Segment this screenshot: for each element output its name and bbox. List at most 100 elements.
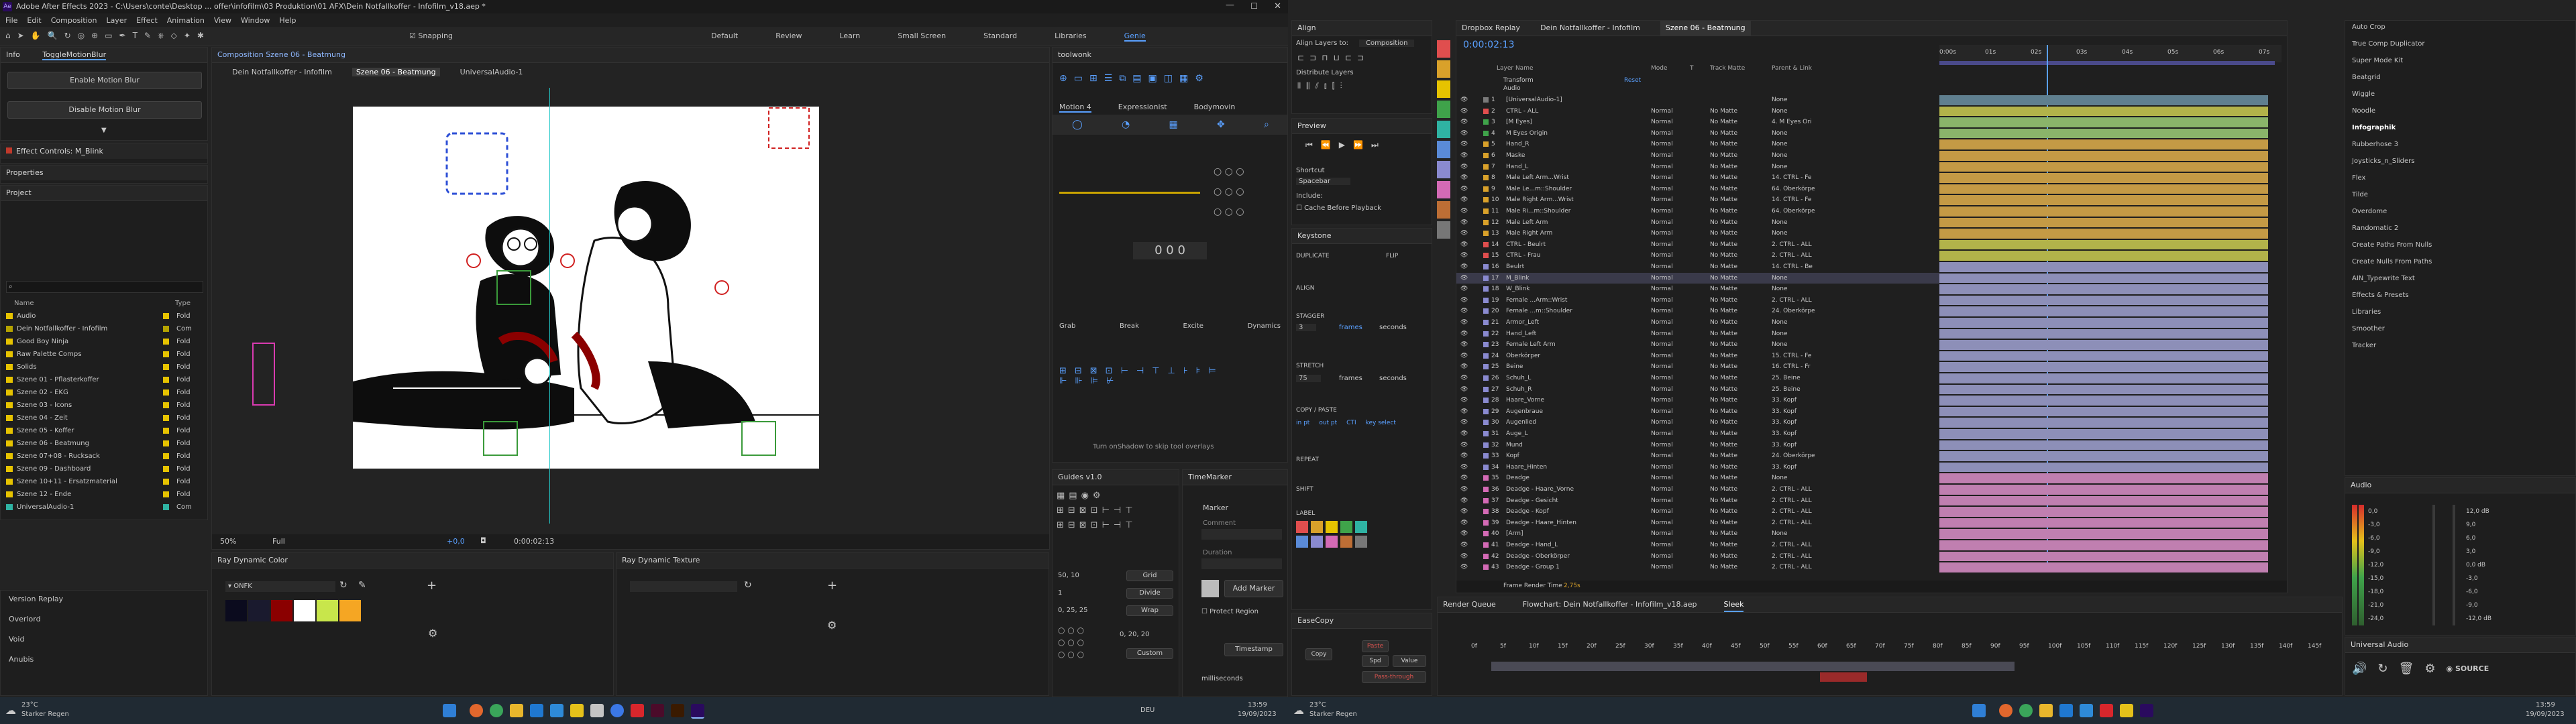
layer-name[interactable]: Deadge - Hand_L [1506,540,1627,551]
tab-motion[interactable]: Motion 4 [1059,103,1091,113]
breadcrumb-scene[interactable]: Szene 06 - Beatmung [352,68,440,76]
layer-name[interactable]: Mund [1506,440,1627,451]
layer-mode[interactable]: Normal [1651,150,1673,162]
label-color-block[interactable] [1437,221,1450,239]
home-icon[interactable]: ⌂ [5,31,11,41]
layer-track-bar[interactable] [1939,351,2268,361]
eye-icon[interactable]: 👁 [1460,361,1468,373]
layer-track-bar[interactable] [1939,540,2268,550]
layer-color-label[interactable] [1483,487,1489,492]
eye-icon[interactable]: 👁 [1460,484,1468,495]
effects-list-item[interactable]: Rubberhose 3 [2352,141,2567,148]
dynamics-button[interactable]: Dynamics [1248,322,1281,330]
layer-track-bar[interactable] [1939,396,2268,406]
effects-list-item[interactable]: Noodle [2352,107,2567,115]
red-app-icon[interactable] [631,704,644,717]
grab-button[interactable]: Grab [1059,322,1075,330]
layer-parent[interactable]: 33. Kopf [1772,395,1825,406]
motion-icon-4[interactable]: ✥ [1217,119,1225,130]
layer-color-label[interactable] [1483,475,1489,481]
roto-tool-icon[interactable]: ✦ [184,31,191,41]
layer-row[interactable]: 👁 26 Schuh_L Normal No Matte 25. Beine [1456,373,1939,384]
tab-sleek[interactable]: Sleek [1723,597,1744,612]
layer-name[interactable]: Female ...Arm::Wrist [1506,295,1627,306]
layer-track-matte[interactable]: No Matte [1710,361,1737,373]
eye-icon[interactable]: 👁 [1460,172,1468,184]
layer-track-matte[interactable]: No Matte [1710,273,1737,284]
layer-row[interactable]: 👁 8 Male Left Arm...Wrist Normal No Matte 14.… [1456,172,1939,184]
layer-name[interactable]: Female Left Arm [1506,339,1627,351]
layer-track-bar[interactable] [1939,384,2268,395]
layer-name[interactable]: Deadge - Kopf [1506,506,1627,518]
project-item[interactable]: Audio Fold [1,310,207,322]
version-replay[interactable]: Version Replay [1,593,207,605]
layer-color-label[interactable] [1483,408,1489,414]
layer-row[interactable]: 👁 39 Deadge - Haare_Hinten Normal No Matte 2.… [1456,518,1939,529]
texture-refresh-icon[interactable]: ↻ [744,580,752,591]
composition-tab-label[interactable]: Composition Szene 06 - Beatmung [217,50,345,59]
layer-color-label[interactable] [1483,97,1489,103]
layer-row[interactable]: 👁 11 Male Ri...m::Shoulder Normal No Matte 64… [1456,206,1939,217]
source-button[interactable]: ◉ SOURCE [2447,662,2489,676]
layer-color-label[interactable] [1483,542,1489,548]
tw-icon-6[interactable]: ▤ [1132,73,1141,84]
eye-icon[interactable]: 👁 [1460,506,1468,518]
break-button[interactable]: Break [1120,322,1139,330]
layer-name[interactable]: Deadge [1506,473,1627,484]
stamp-tool-icon[interactable]: ⎈ [158,31,164,41]
layer-parent[interactable]: 14. CTRL - Fe [1772,172,1825,184]
layer-parent[interactable]: 2. CTRL - ALL [1772,506,1825,518]
layer-track-bar[interactable] [1939,95,2268,105]
align-to-select[interactable]: Composition [1359,40,1415,47]
layer-track-bar[interactable] [1939,284,2268,294]
layer-mode[interactable]: Normal [1651,250,1673,261]
texture-add-icon[interactable]: + [827,579,837,593]
layer-color-label[interactable] [1483,308,1489,314]
layer-track-bar[interactable] [1939,318,2268,328]
layer-mode[interactable]: Normal [1651,217,1673,229]
layer-name[interactable]: Schuh_L [1506,373,1627,384]
tw-icon-8[interactable]: ◫ [1164,73,1173,84]
layer-color-label[interactable] [1483,375,1489,381]
layer-track-bar[interactable] [1939,362,2268,372]
layer-parent[interactable]: 14. CTRL - Fe [1772,194,1825,206]
layer-parent[interactable]: None [1772,339,1825,351]
custom-button[interactable]: Custom [1126,648,1173,659]
layer-mode[interactable]: Normal [1651,484,1673,495]
tab-toggle-motion-blur[interactable]: ToggleMotionBlur [42,50,107,60]
red-app-icon-right[interactable] [2100,704,2113,717]
layer-row[interactable]: 👁 42 Deadge - Oberkörper Normal No Matte 2. C… [1456,551,1939,562]
eye-icon[interactable]: 👁 [1460,217,1468,229]
layer-track-bar[interactable] [1939,217,2268,228]
layer-color-label[interactable] [1483,553,1489,559]
tab-flowchart[interactable]: Flowchart: Dein Notfallkoffer - Infofilm… [1523,597,1697,612]
layer-parent[interactable]: 25. Beine [1772,373,1825,384]
layer-row[interactable]: 👁 31 Auge_L Normal No Matte 33. Kopf [1456,428,1939,440]
layer-track-bar[interactable] [1939,340,2268,350]
layer-name[interactable]: Hand_R [1506,139,1627,150]
layer-parent[interactable]: 2. CTRL - ALL [1772,239,1825,251]
effects-list-item[interactable]: Effects & Presets [2352,292,2567,299]
audio-slider-2[interactable] [2453,505,2455,625]
minimize-icon[interactable]: — [1226,0,1234,10]
effects-list-item[interactable]: Beatgrid [2352,74,2567,81]
layer-color-label[interactable] [1483,253,1489,259]
layer-track-bar[interactable] [1939,473,2268,483]
breadcrumb-audio[interactable]: UniversalAudio-1 [460,68,523,76]
stretch-frames[interactable]: frames [1339,375,1362,382]
layer-track-matte[interactable]: No Matte [1710,540,1737,551]
layer-parent[interactable]: None [1772,317,1825,328]
layer-mode[interactable]: Normal [1651,284,1673,295]
effects-list-item[interactable]: Tracker [2352,342,2567,349]
effects-list-item[interactable]: Create Paths From Nulls [2352,241,2567,249]
layer-mode[interactable]: Normal [1651,540,1673,551]
layer-parent[interactable]: 25. Beine [1772,384,1825,396]
layer-color-label[interactable] [1483,153,1489,158]
layer-track-matte[interactable]: No Matte [1710,551,1737,562]
layer-track-bar[interactable] [1939,262,2268,272]
tw-icon-4[interactable]: ☰ [1104,73,1113,84]
layer-row[interactable]: 👁 16 Beulrt Normal No Matte 14. CTRL - Be [1456,261,1939,273]
label-color-block[interactable] [1437,181,1450,198]
layer-track-matte[interactable]: No Matte [1710,506,1737,518]
layer-track-matte[interactable]: No Matte [1710,351,1737,362]
